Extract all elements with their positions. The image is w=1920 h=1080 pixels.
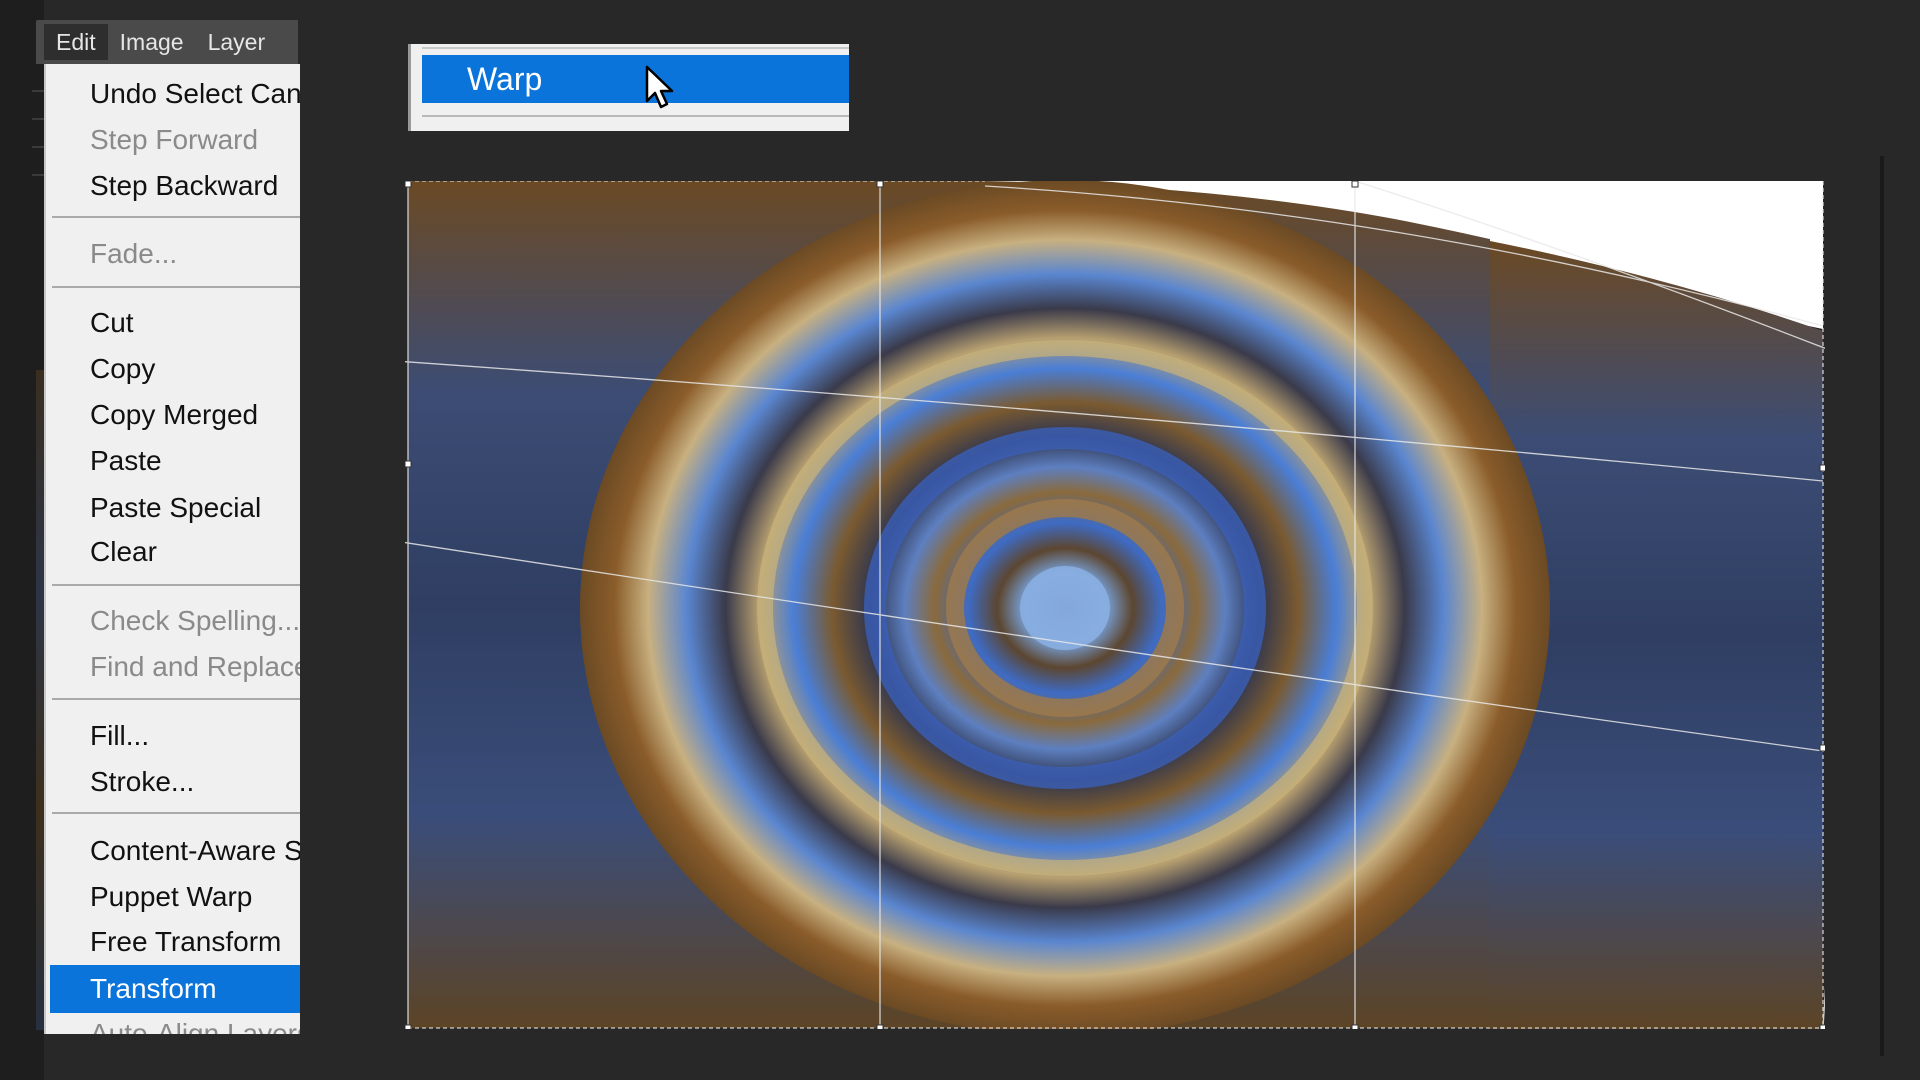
menu-item-auto-align: Auto-Align Layers... bbox=[90, 1018, 300, 1034]
menu-item-paste[interactable]: Paste bbox=[90, 441, 162, 481]
menu-item-content-aware-scale[interactable]: Content-Aware Scale bbox=[90, 831, 300, 871]
menu-separator bbox=[422, 47, 849, 49]
menu-edit[interactable]: Edit bbox=[44, 24, 108, 60]
menu-item-step-backward[interactable]: Step Backward bbox=[90, 166, 278, 206]
menu-separator bbox=[52, 812, 300, 814]
menu-separator bbox=[52, 584, 300, 586]
menu-item-puppet-warp[interactable]: Puppet Warp bbox=[90, 877, 252, 917]
menu-separator bbox=[422, 115, 849, 117]
transform-submenu: Warp bbox=[408, 44, 849, 131]
menu-item-find-replace: Find and Replace Text... bbox=[90, 651, 300, 682]
menu-layer[interactable]: Layer bbox=[196, 24, 278, 60]
menu-item-paste-special[interactable]: Paste Special bbox=[90, 488, 261, 528]
menu-item-clear[interactable]: Clear bbox=[90, 532, 157, 572]
menu-item-step-forward: Step Forward bbox=[90, 124, 259, 155]
menu-item-undo[interactable]: Undo Select Canvas bbox=[90, 74, 300, 114]
menu-separator bbox=[52, 216, 300, 218]
menu-image[interactable]: Image bbox=[108, 24, 196, 60]
mouse-cursor-icon bbox=[645, 65, 674, 109]
menu-item-transform[interactable]: Transform bbox=[90, 969, 217, 1009]
menu-bar: Edit Image Layer bbox=[36, 20, 298, 64]
edit-dropdown-menu: Undo Select Canvas Step Forward Step Bac… bbox=[44, 64, 300, 1034]
menu-item-copy-merged[interactable]: Copy Merged bbox=[90, 395, 258, 435]
menu-item-check-spelling: Check Spelling... bbox=[90, 605, 300, 636]
menu-item-stroke[interactable]: Stroke... bbox=[90, 762, 194, 802]
warped-image[interactable] bbox=[405, 181, 1825, 1029]
layer-thumbnail-strip bbox=[36, 370, 44, 1030]
menu-item-copy[interactable]: Copy bbox=[90, 349, 155, 389]
menu-item-cut[interactable]: Cut bbox=[90, 303, 134, 343]
panel-strip bbox=[0, 0, 44, 1080]
menu-item-free-transform[interactable]: Free Transform bbox=[90, 922, 281, 962]
menu-separator bbox=[52, 286, 300, 288]
menu-separator bbox=[52, 698, 300, 700]
toolbar-ticks bbox=[32, 90, 44, 190]
menu-item-warp[interactable]: Warp bbox=[467, 59, 542, 99]
scrollbar[interactable] bbox=[1880, 156, 1884, 1056]
menu-item-fill[interactable]: Fill... bbox=[90, 716, 149, 756]
menu-item-fade: Fade... bbox=[90, 238, 178, 269]
document-canvas[interactable] bbox=[405, 181, 1825, 1029]
